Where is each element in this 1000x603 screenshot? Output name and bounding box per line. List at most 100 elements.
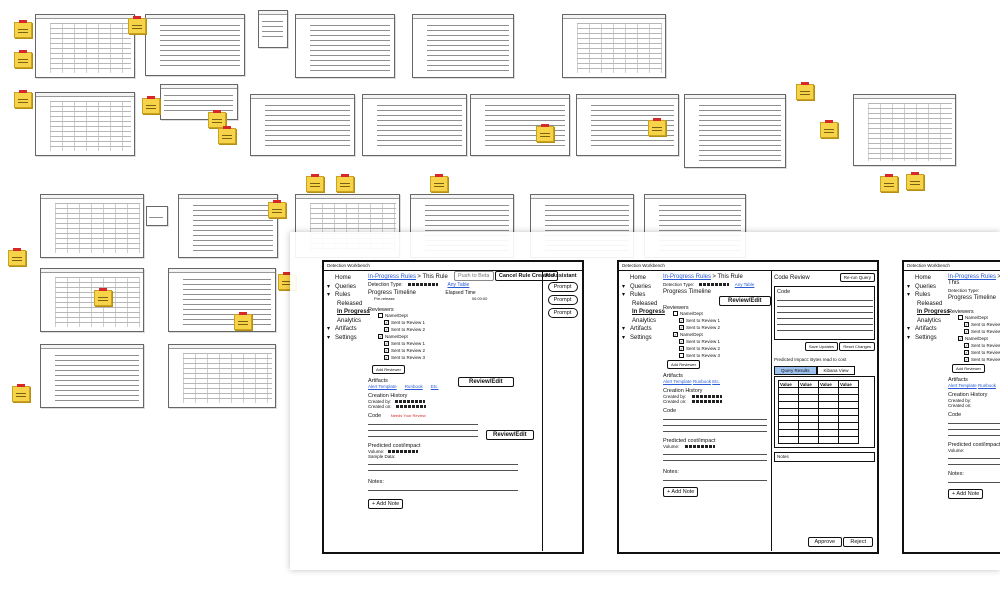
checkbox[interactable]: ✓: [384, 341, 389, 347]
table-cell: [818, 387, 839, 395]
chevron-down-icon: ▾: [327, 283, 331, 290]
thumbnail-wireframe: [258, 10, 288, 48]
prompt-button[interactable]: Prompt: [547, 295, 578, 305]
rule-detail-panel-cropped: Detection Workbench Home ▾ Queries ▾ Rules Re…: [902, 260, 1000, 554]
reviewer-list: Name/Dept ✓ Sent to Review 1 ✓ Sent to Revie…: [368, 313, 538, 362]
review-status-item[interactable]: ✓ Sent to Review 2: [384, 327, 538, 334]
table-row: [778, 401, 859, 409]
sticky-note: [536, 124, 554, 142]
checkbox[interactable]: ✓: [384, 327, 389, 333]
checkbox[interactable]: ✓: [384, 348, 389, 354]
detection-type-value: [408, 283, 439, 287]
breadcrumb-link[interactable]: In-Progress Rules: [368, 274, 416, 280]
prompt-button[interactable]: Prompt: [547, 282, 578, 292]
table-cell: [798, 422, 819, 430]
table-cell: [778, 401, 799, 409]
tab-query-results[interactable]: Query Results: [774, 366, 817, 375]
prompt-button[interactable]: Prompt: [547, 308, 578, 318]
reviewer-name[interactable]: Name/Dept: [378, 313, 538, 320]
chevron-down-icon: ▾: [622, 326, 626, 332]
checkbox[interactable]: ✓: [378, 334, 383, 340]
table-cell: [838, 429, 859, 437]
sticky-note: [94, 288, 112, 306]
results-table: Value Value Value Value: [778, 380, 859, 444]
thumbnail-wireframe: [562, 14, 666, 78]
thumbnail-wireframe: [168, 268, 276, 332]
artifact-link[interactable]: Runbook: [405, 384, 423, 389]
code-review-overlay: Code Review Re-run Query Code Save Updat…: [771, 271, 877, 551]
approve-button[interactable]: Approve: [807, 537, 843, 547]
sidebar-item-label: In Progress: [917, 309, 951, 315]
rerun-query-button[interactable]: Re-run Query: [839, 273, 875, 282]
window-title: Detection Workbench: [904, 262, 1000, 271]
table-header-cell: Value: [778, 380, 799, 388]
review-status-item[interactable]: ✓ Sent to Review 2: [384, 348, 538, 355]
table-cell: [798, 387, 819, 395]
review-status-label: Sent to Review 3: [391, 355, 426, 360]
review-status-label: Sent to Review 2: [391, 348, 426, 353]
add-reviewer-button[interactable]: Add Reviewer: [372, 365, 405, 374]
sticky-note: [268, 200, 286, 218]
artifact-link[interactable]: Etc.: [431, 384, 439, 389]
sidebar-item-label: Settings: [915, 334, 937, 341]
reject-button[interactable]: Reject: [843, 537, 873, 547]
thumbnail-wireframe: [40, 268, 144, 332]
review-status-item[interactable]: ✓ Sent to Review 1: [384, 320, 538, 327]
wireframe-canvas: Detection Workbench Home ▾ Queries ▾ Rules Re…: [0, 0, 1000, 603]
review-edit-button[interactable]: Review/Edit: [458, 377, 514, 387]
code-review-title: Code Review: [774, 274, 810, 281]
table-row: [778, 415, 859, 423]
breadcrumb-link[interactable]: In-Progress Rules: [663, 274, 711, 280]
table-cell: [778, 436, 799, 444]
add-note-button[interactable]: + Add Note: [368, 499, 404, 509]
checkbox[interactable]: ✓: [384, 320, 389, 326]
chevron-down-icon: ▾: [907, 334, 911, 341]
table-row: [778, 429, 859, 437]
reset-changes-button[interactable]: Reset Changes: [839, 342, 875, 351]
code-review-edit-button[interactable]: Review/Edit: [486, 430, 534, 440]
review-status-item[interactable]: ✓ Sent to Review 3: [384, 355, 538, 362]
table-cell: [798, 436, 819, 444]
thumbnail-wireframe: [412, 14, 514, 78]
sidebar-item-label: Home: [335, 275, 352, 281]
sidebar-item-label: Queries: [915, 283, 937, 290]
reviewer-name[interactable]: ✓ Name/Dept: [378, 334, 538, 341]
tab-kibana-view[interactable]: Kibana View: [816, 366, 856, 375]
sticky-note: [14, 50, 32, 68]
sticky-note: [430, 174, 448, 192]
sticky-note: [336, 174, 354, 192]
save-updates-button[interactable]: Save Updates: [804, 342, 839, 351]
code-title: Code: [368, 413, 382, 419]
sticky-note: [142, 96, 160, 114]
sticky-note: [14, 20, 32, 38]
thumbnail-wireframe: [684, 94, 786, 168]
chevron-down-icon: ▾: [622, 292, 626, 298]
thumbnail-wireframe: [250, 94, 355, 156]
thumbnail-wireframe: [178, 194, 278, 258]
review-status-item[interactable]: ✓ Sent to Review 1: [384, 341, 538, 348]
table-cell: [798, 408, 819, 416]
review-status-label: Sent to Review 2: [391, 327, 426, 332]
chevron-down-icon: ▾: [327, 292, 331, 298]
checkbox[interactable]: [378, 313, 383, 319]
table-cell: [798, 415, 819, 423]
sticky-note: [880, 174, 898, 192]
sticky-note: [8, 248, 26, 266]
table-cell: [838, 401, 859, 409]
prompt-list: Prompt Prompt Prompt: [545, 282, 580, 318]
breadcrumb-current: > This Rule: [417, 274, 448, 280]
chevron-down-icon: ▾: [622, 334, 626, 341]
table-row: [778, 394, 859, 402]
table-cell: [818, 408, 839, 416]
sidebar-item-label: Analytics: [917, 317, 942, 324]
elapsed-value: 00:00:00: [471, 296, 488, 301]
push-to-beta-button[interactable]: Push to Beta: [454, 271, 494, 281]
thumbnail-wireframe: [40, 194, 144, 258]
artifact-link[interactable]: Alert Template: [368, 384, 397, 389]
checkbox[interactable]: ✓: [384, 355, 389, 361]
table-cell: [818, 436, 839, 444]
sidebar-item-label: In Progress: [632, 309, 666, 315]
sticky-note: [14, 90, 32, 108]
thumbnail-wireframe: [35, 14, 135, 78]
detection-type-link[interactable]: Any Table: [447, 282, 469, 288]
